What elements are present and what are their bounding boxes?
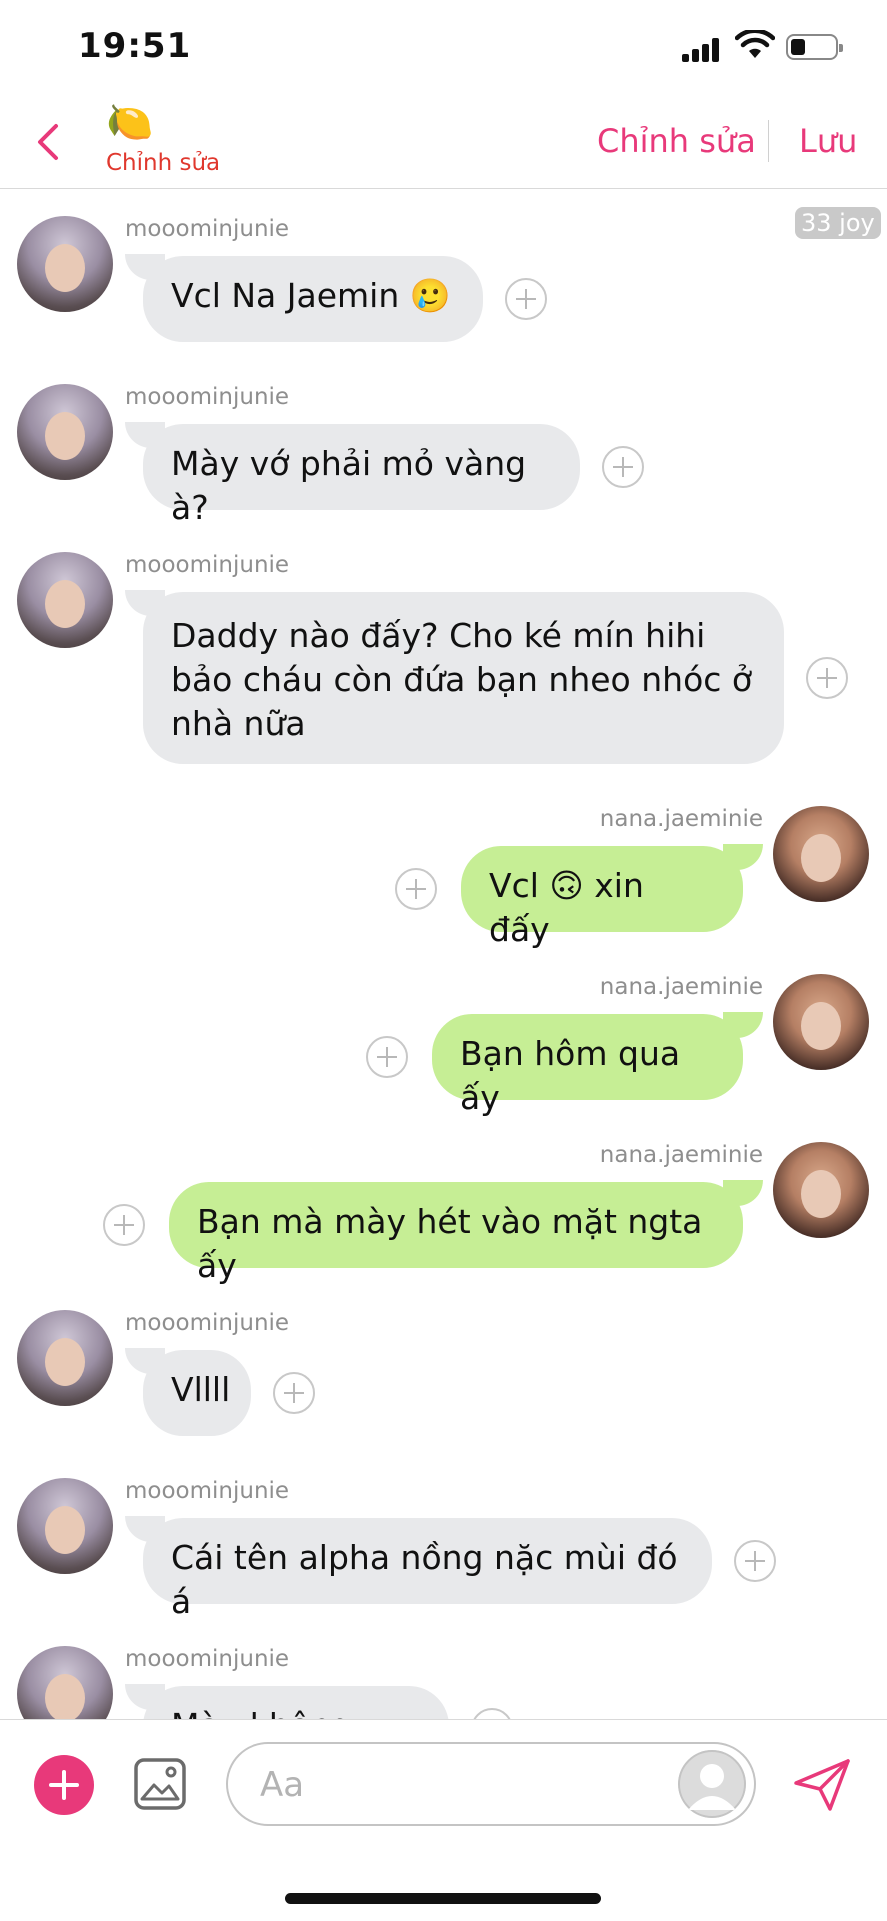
message-sender: nana.jaeminie [599, 806, 763, 832]
message-input-box [226, 1742, 756, 1826]
send-icon[interactable] [792, 1757, 852, 1813]
image-icon[interactable] [133, 1757, 187, 1811]
nav-bar: 🍋 Chỉnh sửa Chỉnh sửa Lưu [0, 100, 887, 189]
message-sender: mooominjunie [125, 552, 290, 578]
add-reaction-button[interactable] [471, 1708, 513, 1719]
avatar[interactable] [17, 1646, 113, 1719]
add-reaction-button[interactable] [806, 657, 848, 699]
message-bubble[interactable]: Cái tên alpha nồng nặc mùi đó á [143, 1518, 712, 1621]
avatar[interactable] [773, 1142, 869, 1238]
message-sender: mooominjunie [125, 1310, 290, 1336]
home-indicator [285, 1893, 601, 1904]
message-bubble[interactable]: Vcl Na Jaemin 🥲 [143, 256, 483, 342]
reaction-count-badge: 33 joy [795, 207, 881, 239]
message-input[interactable] [258, 1758, 652, 1812]
message-sender: nana.jaeminie [599, 974, 763, 1000]
add-reaction-button[interactable] [366, 1036, 408, 1078]
message-bubble[interactable]: Mày vớ phải mỏ vàng à? [143, 424, 580, 527]
back-button[interactable] [30, 120, 70, 164]
status-bar: 19:51 [0, 0, 887, 100]
status-time: 19:51 [78, 26, 192, 66]
add-reaction-button[interactable] [505, 278, 547, 320]
avatar[interactable] [17, 1478, 113, 1574]
message-bubble[interactable]: Vllll [143, 1350, 251, 1436]
message-sender: mooominjunie [125, 1478, 290, 1504]
add-reaction-button[interactable] [734, 1540, 776, 1582]
message-sender: mooominjunie [125, 1646, 290, 1672]
avatar[interactable] [17, 216, 113, 312]
add-reaction-button[interactable] [103, 1204, 145, 1246]
add-reaction-button[interactable] [395, 868, 437, 910]
sticker-avatar-icon[interactable] [678, 1750, 746, 1818]
add-reaction-button[interactable] [602, 446, 644, 488]
add-button[interactable] [34, 1755, 94, 1815]
add-reaction-button[interactable] [273, 1372, 315, 1414]
message-bubble[interactable]: Bạn hôm qua ấy [432, 1014, 743, 1117]
lemon-icon: 🍋 [106, 100, 154, 144]
message-bubble[interactable]: Vcl 🙃 xin đấy [461, 846, 743, 949]
wifi-icon [735, 30, 775, 58]
chat-area[interactable]: 33 joy mooominjunie Vcl Na Jaemin 🥲 mooo… [0, 189, 887, 1719]
nav-divider [768, 120, 769, 162]
header-subtitle: Chỉnh sửa [106, 150, 221, 176]
composer-bar [0, 1719, 887, 1921]
save-button[interactable]: Lưu [799, 122, 857, 160]
message-sender: mooominjunie [125, 384, 290, 410]
avatar[interactable] [17, 384, 113, 480]
avatar[interactable] [773, 806, 869, 902]
message-sender: mooominjunie [125, 216, 290, 242]
avatar[interactable] [17, 552, 113, 648]
avatar[interactable] [773, 974, 869, 1070]
battery-icon [786, 34, 843, 60]
message-bubble[interactable]: Daddy nào đấy? Cho ké mín hihi bảo cháu … [143, 592, 784, 764]
message-bubble[interactable]: Bạn mà mày hét vào mặt ngta ấy [169, 1182, 743, 1285]
edit-button[interactable]: Chỉnh sửa [597, 122, 756, 160]
signal-icon [682, 36, 724, 62]
avatar[interactable] [17, 1310, 113, 1406]
message-bubble[interactable]: Mày không nói... [143, 1686, 449, 1719]
message-sender: nana.jaeminie [599, 1142, 763, 1168]
